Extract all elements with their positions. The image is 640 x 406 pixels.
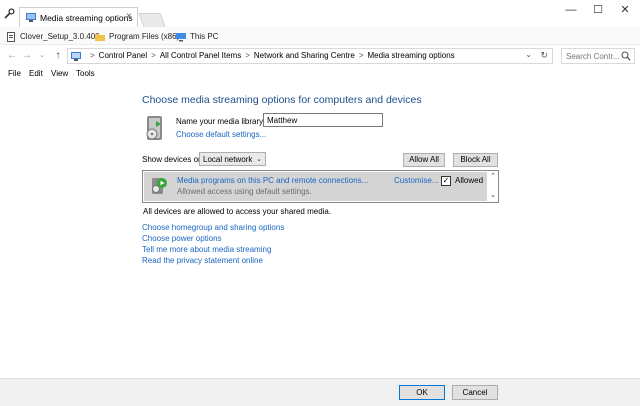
computer-icon (176, 32, 186, 41)
address-bar: ← → ⌄ ↑ > Control Panel > All Control Panel… (0, 45, 640, 67)
device-status: Allowed access using default settings. (177, 187, 312, 196)
allow-all-button[interactable]: Allow All (403, 153, 445, 167)
maximize-button[interactable]: ☐ (588, 2, 608, 18)
media-program-icon (152, 178, 167, 194)
library-name-field[interactable] (263, 113, 383, 127)
tab-close-icon[interactable]: × (126, 11, 132, 22)
menu-edit[interactable]: Edit (29, 69, 43, 78)
page-title: Choose media streaming options for compu… (142, 94, 422, 106)
scroll-down-icon[interactable]: ⌄ (490, 191, 496, 199)
dialog-footer: OK Cancel (0, 378, 640, 406)
cancel-button[interactable]: Cancel (452, 385, 498, 400)
ok-button[interactable]: OK (399, 385, 445, 400)
block-all-button[interactable]: Block All (453, 153, 498, 167)
breadcrumb-all-items[interactable]: All Control Panel Items (160, 51, 241, 60)
chevron-down-icon[interactable]: ⌄ (525, 50, 532, 59)
tab-media-streaming[interactable]: Media streaming options × (19, 7, 138, 27)
list-item[interactable]: Media programs on this PC and remote con… (144, 172, 487, 201)
minimize-button[interactable]: — (561, 2, 581, 18)
breadcrumb-network-sharing[interactable]: Network and Sharing Centre (254, 51, 355, 60)
folder-icon (95, 33, 105, 41)
allowed-checkbox[interactable]: ✓ (441, 176, 451, 186)
bookmark-clover-setup[interactable]: Clover_Setup_3.0.406 (6, 30, 100, 43)
show-devices-select[interactable]: Local network ⌄ (199, 152, 266, 166)
search-input[interactable] (562, 49, 622, 63)
new-tab-button[interactable] (138, 13, 166, 27)
bookmarks-bar: Clover_Setup_3.0.406 Program Files (x86)… (0, 27, 640, 45)
bookmark-label: This PC (190, 32, 219, 41)
menu-view[interactable]: View (51, 69, 68, 78)
search-icon (621, 51, 631, 61)
breadcrumb-control-panel[interactable]: Control Panel (99, 51, 147, 60)
breadcrumb-separator: > (245, 51, 250, 60)
allowed-label: Allowed (455, 176, 484, 185)
show-devices-value: Local network (203, 155, 253, 164)
breadcrumb-separator: > (151, 51, 156, 60)
power-options-link[interactable]: Choose power options (142, 234, 222, 243)
show-devices-label: Show devices on: (142, 155, 205, 164)
up-button[interactable]: ↑ (52, 49, 64, 63)
media-streaming-info-link[interactable]: Tell me more about media streaming (142, 245, 271, 254)
file-icon (7, 31, 15, 42)
tab-title: Media streaming options (40, 13, 133, 23)
bookmark-program-files[interactable]: Program Files (x86) (95, 30, 179, 43)
breadcrumb-path: > Control Panel > All Control Panel Items > N… (86, 51, 455, 60)
control-panel-icon (26, 13, 36, 22)
device-name-link[interactable]: Media programs on this PC and remote con… (177, 176, 368, 185)
customise-link[interactable]: Customise... (394, 176, 438, 185)
chevron-down-icon: ⌄ (256, 156, 262, 163)
title-bar: Media streaming options × — ☐ ✕ (0, 0, 640, 27)
breadcrumb[interactable]: > Control Panel > All Control Panel Items > N… (67, 48, 553, 64)
library-name-label: Name your media library: (176, 117, 266, 126)
all-devices-message: All devices are allowed to access your s… (143, 207, 332, 216)
main-content: Choose media streaming options for compu… (0, 81, 640, 378)
bookmark-this-pc[interactable]: This PC (176, 30, 218, 43)
back-button[interactable]: ← (6, 49, 18, 63)
scroll-up-icon[interactable]: ⌃ (490, 172, 496, 180)
control-panel-icon (71, 52, 81, 61)
breadcrumb-separator: > (358, 51, 364, 60)
homegroup-sharing-link[interactable]: Choose homegroup and sharing options (142, 223, 284, 232)
menu-file[interactable]: File (8, 69, 21, 78)
privacy-statement-link[interactable]: Read the privacy statement online (142, 256, 263, 265)
forward-button[interactable]: → (21, 49, 33, 63)
search-box[interactable] (561, 48, 635, 64)
breadcrumb-separator: > (90, 51, 95, 60)
refresh-icon[interactable]: ↻ (540, 50, 548, 61)
bookmark-label: Clover_Setup_3.0.406 (20, 32, 100, 41)
media-library-icon (146, 116, 162, 140)
menu-tools[interactable]: Tools (76, 69, 95, 78)
close-window-button[interactable]: ✕ (615, 2, 635, 18)
recent-dropdown-button[interactable]: ⌄ (36, 49, 48, 63)
wrench-icon[interactable] (3, 8, 15, 20)
menu-bar: File Edit View Tools (0, 67, 640, 81)
device-list[interactable]: Media programs on this PC and remote con… (142, 170, 499, 203)
default-settings-link[interactable]: Choose default settings... (176, 130, 266, 139)
bookmark-label: Program Files (x86) (109, 32, 180, 41)
breadcrumb-media-streaming[interactable]: Media streaming options (368, 51, 455, 60)
